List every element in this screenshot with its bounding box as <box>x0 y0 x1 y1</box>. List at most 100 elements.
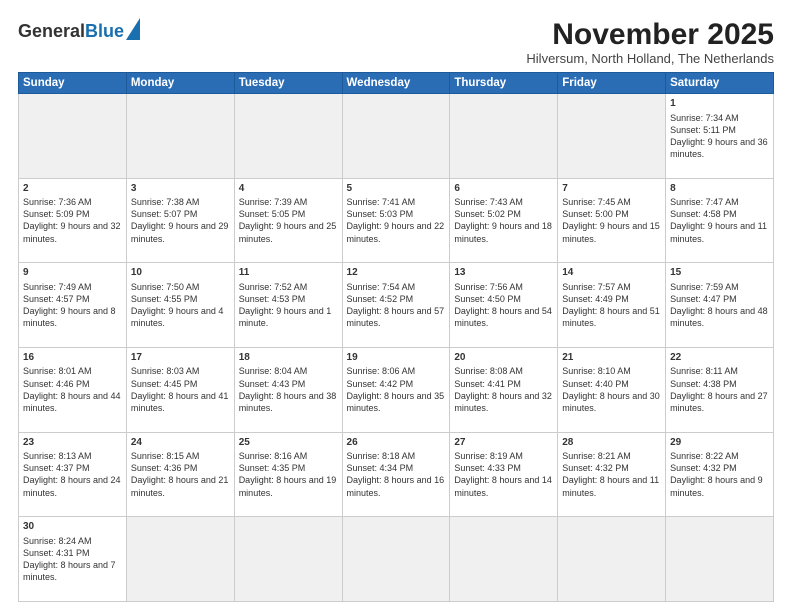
day-number: 19 <box>347 351 446 365</box>
day-info: Sunrise: 8:13 AM Sunset: 4:37 PM Dayligh… <box>23 450 122 499</box>
calendar-header-row: Sunday Monday Tuesday Wednesday Thursday… <box>19 73 774 94</box>
logo-text: GeneralBlue <box>18 22 124 40</box>
calendar-cell: 30Sunrise: 8:24 AM Sunset: 4:31 PM Dayli… <box>19 517 127 602</box>
calendar: Sunday Monday Tuesday Wednesday Thursday… <box>18 72 774 602</box>
day-info: Sunrise: 7:56 AM Sunset: 4:50 PM Dayligh… <box>454 281 553 330</box>
day-info: Sunrise: 8:04 AM Sunset: 4:43 PM Dayligh… <box>239 365 338 414</box>
calendar-cell <box>450 94 558 179</box>
logo: GeneralBlue <box>18 18 140 40</box>
calendar-cell: 7Sunrise: 7:45 AM Sunset: 5:00 PM Daylig… <box>558 178 666 263</box>
day-number: 6 <box>454 182 553 196</box>
calendar-cell: 25Sunrise: 8:16 AM Sunset: 4:35 PM Dayli… <box>234 432 342 517</box>
day-number: 14 <box>562 266 661 280</box>
calendar-cell: 19Sunrise: 8:06 AM Sunset: 4:42 PM Dayli… <box>342 347 450 432</box>
calendar-week-row: 16Sunrise: 8:01 AM Sunset: 4:46 PM Dayli… <box>19 347 774 432</box>
calendar-cell: 9Sunrise: 7:49 AM Sunset: 4:57 PM Daylig… <box>19 263 127 348</box>
logo-blue: Blue <box>85 21 124 41</box>
calendar-cell: 4Sunrise: 7:39 AM Sunset: 5:05 PM Daylig… <box>234 178 342 263</box>
col-tuesday: Tuesday <box>234 73 342 94</box>
day-number: 4 <box>239 182 338 196</box>
day-info: Sunrise: 8:21 AM Sunset: 4:32 PM Dayligh… <box>562 450 661 499</box>
day-number: 11 <box>239 266 338 280</box>
logo-triangle-icon <box>126 18 140 40</box>
day-info: Sunrise: 8:10 AM Sunset: 4:40 PM Dayligh… <box>562 365 661 414</box>
day-info: Sunrise: 8:11 AM Sunset: 4:38 PM Dayligh… <box>670 365 769 414</box>
day-number: 8 <box>670 182 769 196</box>
calendar-week-row: 2Sunrise: 7:36 AM Sunset: 5:09 PM Daylig… <box>19 178 774 263</box>
calendar-cell: 14Sunrise: 7:57 AM Sunset: 4:49 PM Dayli… <box>558 263 666 348</box>
calendar-cell: 10Sunrise: 7:50 AM Sunset: 4:55 PM Dayli… <box>126 263 234 348</box>
calendar-cell: 18Sunrise: 8:04 AM Sunset: 4:43 PM Dayli… <box>234 347 342 432</box>
day-number: 9 <box>23 266 122 280</box>
day-info: Sunrise: 7:38 AM Sunset: 5:07 PM Dayligh… <box>131 196 230 245</box>
calendar-cell: 16Sunrise: 8:01 AM Sunset: 4:46 PM Dayli… <box>19 347 127 432</box>
col-sunday: Sunday <box>19 73 127 94</box>
day-info: Sunrise: 7:43 AM Sunset: 5:02 PM Dayligh… <box>454 196 553 245</box>
day-info: Sunrise: 8:08 AM Sunset: 4:41 PM Dayligh… <box>454 365 553 414</box>
title-block: November 2025 Hilversum, North Holland, … <box>526 18 774 66</box>
col-saturday: Saturday <box>666 73 774 94</box>
calendar-cell: 1Sunrise: 7:34 AM Sunset: 5:11 PM Daylig… <box>666 94 774 179</box>
calendar-cell: 13Sunrise: 7:56 AM Sunset: 4:50 PM Dayli… <box>450 263 558 348</box>
calendar-cell: 11Sunrise: 7:52 AM Sunset: 4:53 PM Dayli… <box>234 263 342 348</box>
day-number: 3 <box>131 182 230 196</box>
day-info: Sunrise: 7:47 AM Sunset: 4:58 PM Dayligh… <box>670 196 769 245</box>
day-number: 12 <box>347 266 446 280</box>
day-info: Sunrise: 7:57 AM Sunset: 4:49 PM Dayligh… <box>562 281 661 330</box>
day-info: Sunrise: 7:54 AM Sunset: 4:52 PM Dayligh… <box>347 281 446 330</box>
col-friday: Friday <box>558 73 666 94</box>
calendar-cell: 8Sunrise: 7:47 AM Sunset: 4:58 PM Daylig… <box>666 178 774 263</box>
day-number: 26 <box>347 436 446 450</box>
day-number: 22 <box>670 351 769 365</box>
day-info: Sunrise: 8:06 AM Sunset: 4:42 PM Dayligh… <box>347 365 446 414</box>
calendar-cell <box>126 94 234 179</box>
calendar-week-row: 1Sunrise: 7:34 AM Sunset: 5:11 PM Daylig… <box>19 94 774 179</box>
day-info: Sunrise: 7:36 AM Sunset: 5:09 PM Dayligh… <box>23 196 122 245</box>
calendar-cell: 20Sunrise: 8:08 AM Sunset: 4:41 PM Dayli… <box>450 347 558 432</box>
calendar-cell: 17Sunrise: 8:03 AM Sunset: 4:45 PM Dayli… <box>126 347 234 432</box>
calendar-cell: 5Sunrise: 7:41 AM Sunset: 5:03 PM Daylig… <box>342 178 450 263</box>
day-info: Sunrise: 7:34 AM Sunset: 5:11 PM Dayligh… <box>670 112 769 161</box>
day-info: Sunrise: 7:52 AM Sunset: 4:53 PM Dayligh… <box>239 281 338 330</box>
day-number: 5 <box>347 182 446 196</box>
day-number: 2 <box>23 182 122 196</box>
col-thursday: Thursday <box>450 73 558 94</box>
day-info: Sunrise: 8:22 AM Sunset: 4:32 PM Dayligh… <box>670 450 769 499</box>
day-number: 1 <box>670 97 769 111</box>
calendar-cell <box>19 94 127 179</box>
col-wednesday: Wednesday <box>342 73 450 94</box>
calendar-cell: 2Sunrise: 7:36 AM Sunset: 5:09 PM Daylig… <box>19 178 127 263</box>
day-info: Sunrise: 7:50 AM Sunset: 4:55 PM Dayligh… <box>131 281 230 330</box>
day-info: Sunrise: 7:41 AM Sunset: 5:03 PM Dayligh… <box>347 196 446 245</box>
calendar-cell <box>126 517 234 602</box>
calendar-cell: 29Sunrise: 8:22 AM Sunset: 4:32 PM Dayli… <box>666 432 774 517</box>
day-info: Sunrise: 8:19 AM Sunset: 4:33 PM Dayligh… <box>454 450 553 499</box>
calendar-cell <box>558 517 666 602</box>
day-number: 24 <box>131 436 230 450</box>
calendar-cell <box>558 94 666 179</box>
day-number: 27 <box>454 436 553 450</box>
calendar-cell: 6Sunrise: 7:43 AM Sunset: 5:02 PM Daylig… <box>450 178 558 263</box>
calendar-cell: 26Sunrise: 8:18 AM Sunset: 4:34 PM Dayli… <box>342 432 450 517</box>
day-number: 18 <box>239 351 338 365</box>
day-number: 13 <box>454 266 553 280</box>
calendar-cell: 3Sunrise: 7:38 AM Sunset: 5:07 PM Daylig… <box>126 178 234 263</box>
day-number: 7 <box>562 182 661 196</box>
location: Hilversum, North Holland, The Netherland… <box>526 51 774 66</box>
calendar-cell <box>234 94 342 179</box>
day-info: Sunrise: 7:49 AM Sunset: 4:57 PM Dayligh… <box>23 281 122 330</box>
calendar-cell <box>234 517 342 602</box>
day-info: Sunrise: 8:01 AM Sunset: 4:46 PM Dayligh… <box>23 365 122 414</box>
day-number: 23 <box>23 436 122 450</box>
col-monday: Monday <box>126 73 234 94</box>
calendar-cell: 24Sunrise: 8:15 AM Sunset: 4:36 PM Dayli… <box>126 432 234 517</box>
calendar-cell <box>450 517 558 602</box>
calendar-cell: 27Sunrise: 8:19 AM Sunset: 4:33 PM Dayli… <box>450 432 558 517</box>
day-number: 25 <box>239 436 338 450</box>
calendar-cell: 15Sunrise: 7:59 AM Sunset: 4:47 PM Dayli… <box>666 263 774 348</box>
calendar-cell <box>342 517 450 602</box>
calendar-cell <box>666 517 774 602</box>
day-info: Sunrise: 7:45 AM Sunset: 5:00 PM Dayligh… <box>562 196 661 245</box>
calendar-cell <box>342 94 450 179</box>
page: GeneralBlue November 2025 Hilversum, Nor… <box>0 0 792 612</box>
